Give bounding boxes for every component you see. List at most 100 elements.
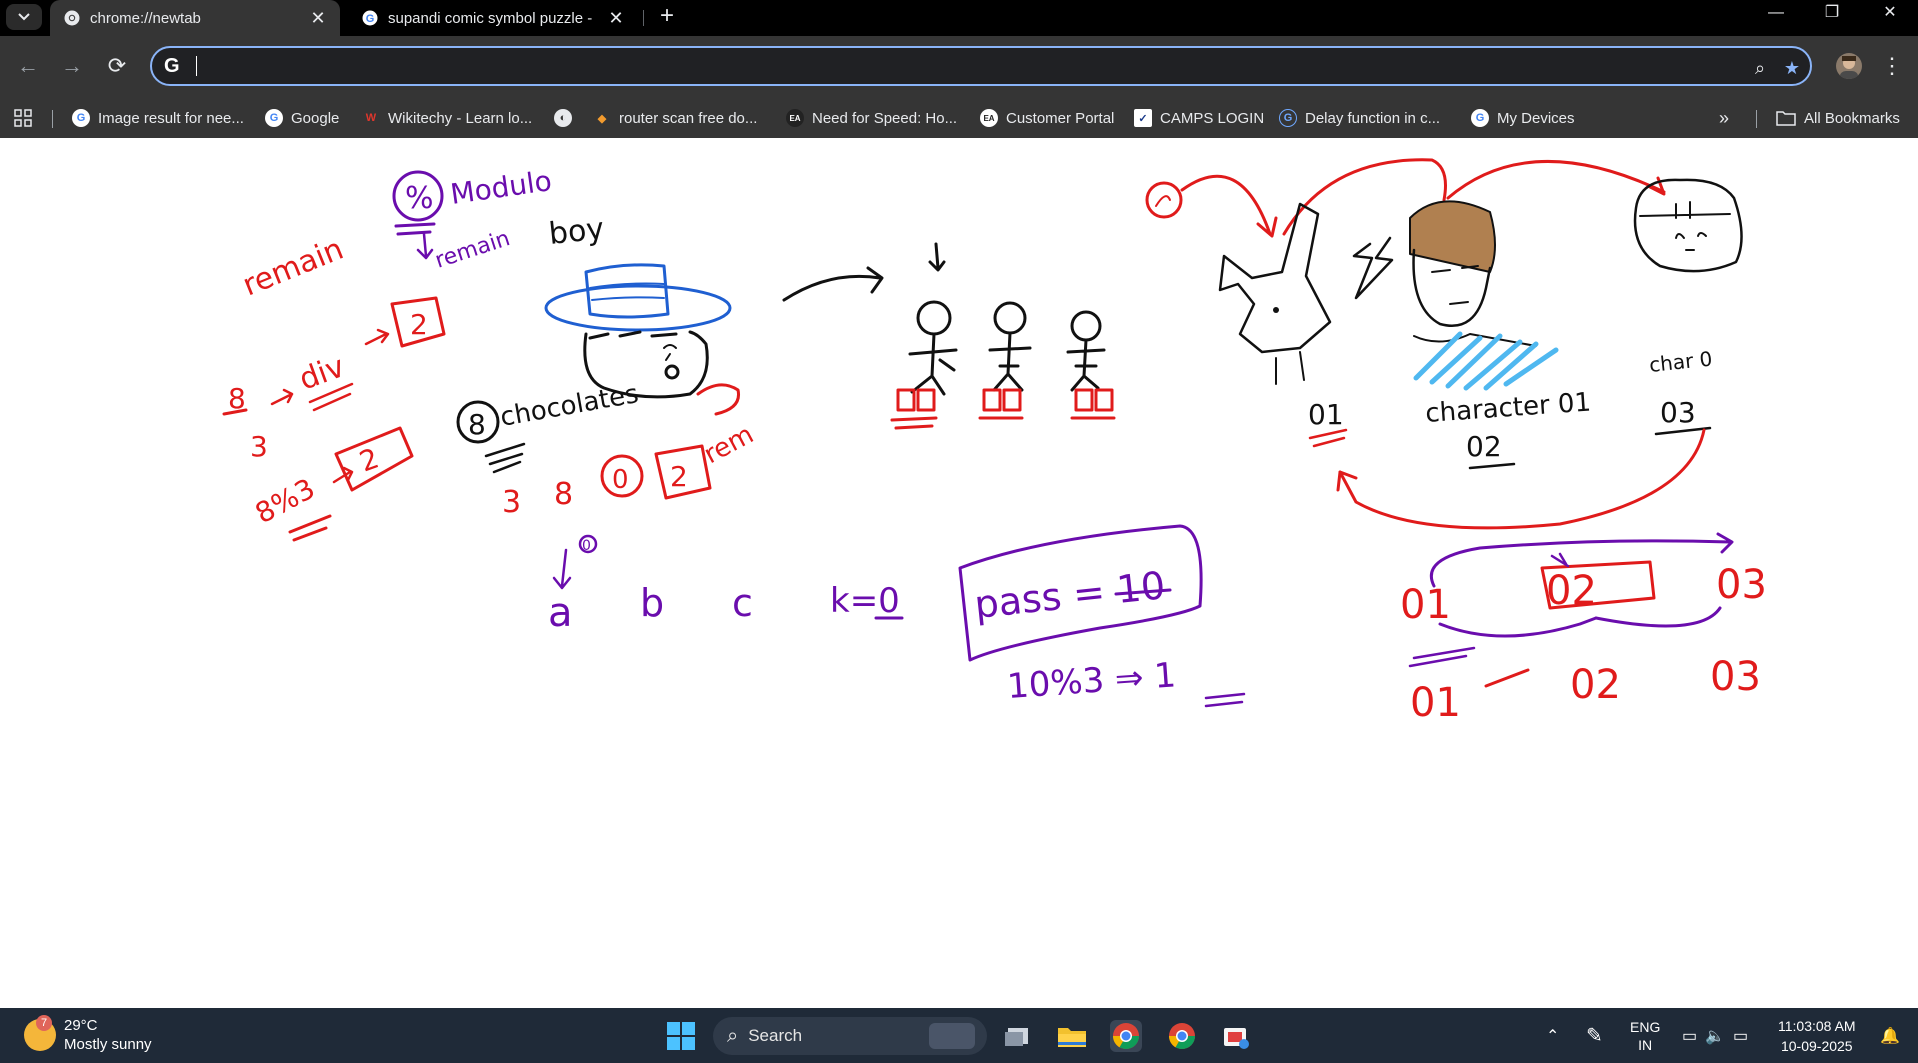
bookmark-separator [1756, 110, 1757, 128]
bookmark-star-icon[interactable]: ★ [1780, 56, 1804, 80]
chrome-profile-button[interactable] [1166, 1020, 1198, 1052]
search-icon: ⌕ [727, 1024, 739, 1047]
bookmark-item[interactable]: G My Devices [1471, 98, 1575, 138]
search-highlight-icon [929, 1023, 975, 1049]
search-label: Search [748, 1026, 803, 1045]
task-view-button[interactable] [1002, 1020, 1034, 1052]
google-icon: G [265, 109, 283, 127]
taskbar: 7 29°C Mostly sunny ⌕ Search ⌃ ✎ ENG IN … [0, 1008, 1918, 1063]
clock[interactable]: 11:03:08 AM 10-09-2025 [1778, 1008, 1856, 1063]
chocolates-label: chocolates [498, 379, 641, 433]
restore-button[interactable]: ❐ [1808, 0, 1856, 30]
marker-zero-top: 0 [582, 538, 591, 554]
network-icon: ▭ [1682, 1027, 1698, 1045]
div-result: 2 [410, 308, 428, 341]
chocolate-boxes [890, 388, 1116, 430]
notification-bell-icon: 🔔 [1880, 1027, 1900, 1045]
boy-label: boy [547, 211, 606, 252]
stick-figures [908, 242, 1106, 396]
chevron-down-icon [18, 13, 30, 21]
boy-sketch: boy [544, 211, 741, 416]
bookmark-label: Google [291, 109, 340, 127]
bookmark-item[interactable]: ◆ router scan free do... [593, 98, 758, 138]
tab-newtab[interactable]: chrome://newtab ✕ [50, 0, 340, 36]
snipping-tool-button[interactable] [1220, 1020, 1252, 1052]
bookmark-label: Delay function in c... [1305, 109, 1441, 127]
file-explorer-button[interactable] [1056, 1020, 1088, 1052]
svg-text:G: G [366, 13, 375, 25]
bookmark-item[interactable]: EA Customer Portal [980, 98, 1114, 138]
chocolates-notes: 8 chocolates 3 8 0 2 rem [456, 379, 759, 520]
pass-box: pass = 10 10%3 ⇒ 1 [958, 524, 1246, 708]
windows-icon [667, 1022, 695, 1050]
char-label-02: 02 [1466, 430, 1502, 463]
modulo-result: 2 [355, 441, 383, 478]
whiteboard-canvas[interactable]: % Modulo remain remain 8 3 div 2 8%3 2 b… [0, 138, 1918, 1008]
bookmark-item[interactable]: G Google [265, 98, 339, 138]
pen-icon: ✎ [1586, 1025, 1603, 1047]
forward-button[interactable]: → [56, 50, 88, 82]
minimize-button[interactable]: — [1752, 0, 1800, 30]
bookmark-item[interactable]: ✓ CAMPS LOGIN [1134, 98, 1264, 138]
wikitechy-icon: W [365, 112, 377, 124]
modulo-label: Modulo [448, 164, 553, 211]
profile-avatar[interactable] [1836, 53, 1862, 79]
pass-expr: 10%3 ⇒ 1 [1006, 655, 1177, 707]
bookmark-label: Image result for nee... [98, 109, 244, 127]
tab-supandi[interactable]: G supandi comic symbol puzzle - ✕ [348, 0, 638, 36]
sequence-diagram: 01 02 03 01 02 03 [1400, 532, 1767, 726]
close-tab-icon[interactable]: ✕ [608, 9, 624, 27]
bookmark-item[interactable]: W Wikitechy - Learn lo... [362, 98, 532, 138]
omnibox[interactable]: G ⌕ ★ [150, 46, 1812, 86]
remainder-label: remain [432, 226, 513, 274]
tray-overflow-button[interactable]: ⌃ [1546, 1008, 1559, 1063]
bookmark-item[interactable]: G Image result for nee... [72, 98, 244, 138]
start-button[interactable] [665, 1020, 697, 1052]
modulo-symbol: % [405, 181, 434, 216]
chrome-taskbar-button[interactable] [1110, 1020, 1142, 1052]
notifications-button[interactable]: 🔔 [1880, 1008, 1900, 1063]
new-tab-button[interactable]: + [654, 3, 680, 29]
seq-bottom-03: 03 [1710, 654, 1761, 700]
language-indicator[interactable]: ENG IN [1630, 1008, 1660, 1063]
address-input[interactable] [196, 54, 1700, 80]
tab-separator [643, 10, 644, 26]
tab-search-button[interactable] [6, 4, 42, 30]
delay-icon: G [1279, 109, 1297, 127]
bookmark-label: My Devices [1497, 109, 1575, 127]
bookmarks-bar: G Image result for nee... G Google W Wik… [0, 98, 1918, 138]
weather-widget[interactable]: 7 29°C Mostly sunny [24, 1015, 152, 1054]
pen-menu-button[interactable]: ✎ [1586, 1008, 1603, 1063]
bookmark-item[interactable]: ◐ [554, 98, 580, 138]
row-8: 8 [554, 477, 573, 512]
google-icon: G [164, 55, 180, 77]
menu-icon[interactable]: ⋮ [1880, 50, 1904, 82]
bookmarks-overflow-button[interactable]: » [1719, 98, 1729, 138]
pass-assign: pass = 10 [972, 563, 1167, 627]
close-tab-icon[interactable]: ✕ [310, 9, 326, 27]
char-label-char: char 0 [1648, 346, 1713, 376]
whiteboard-drawing: % Modulo remain remain 8 3 div 2 8%3 2 b… [222, 158, 1767, 726]
text-caret [196, 56, 197, 76]
bookmark-label: CAMPS LOGIN [1160, 109, 1265, 127]
bookmark-label: router scan free do... [619, 109, 758, 127]
tab-title: chrome://newtab [90, 9, 201, 27]
chrome-icon [1168, 1023, 1196, 1050]
ea-icon: EA [786, 109, 804, 127]
bookmark-item[interactable]: EA Need for Speed: Ho... [786, 98, 957, 138]
taskbar-search[interactable]: ⌕ Search [713, 1017, 987, 1055]
all-bookmarks-label: All Bookmarks [1804, 109, 1900, 127]
close-window-button[interactable]: ✕ [1866, 0, 1914, 30]
seq-bottom-01: 01 [1410, 680, 1461, 726]
bookmark-item[interactable]: G Delay function in c... [1279, 98, 1440, 138]
quick-settings-button[interactable]: ▭ 🔈 ▭ [1682, 1008, 1748, 1063]
bookmark-label: Wikitechy - Learn lo... [388, 109, 533, 127]
bookmark-label: Customer Portal [1006, 109, 1115, 127]
back-button[interactable]: ← [12, 50, 44, 82]
all-bookmarks-button[interactable]: All Bookmarks [1776, 98, 1900, 138]
remain-notes: remain 8 3 div 2 8%3 2 [222, 232, 446, 542]
seq-top-03: 03 [1716, 562, 1767, 608]
zoom-icon[interactable]: ⌕ [1748, 56, 1772, 80]
apps-button[interactable] [14, 98, 32, 138]
reload-button[interactable]: ⟳ [101, 50, 133, 82]
